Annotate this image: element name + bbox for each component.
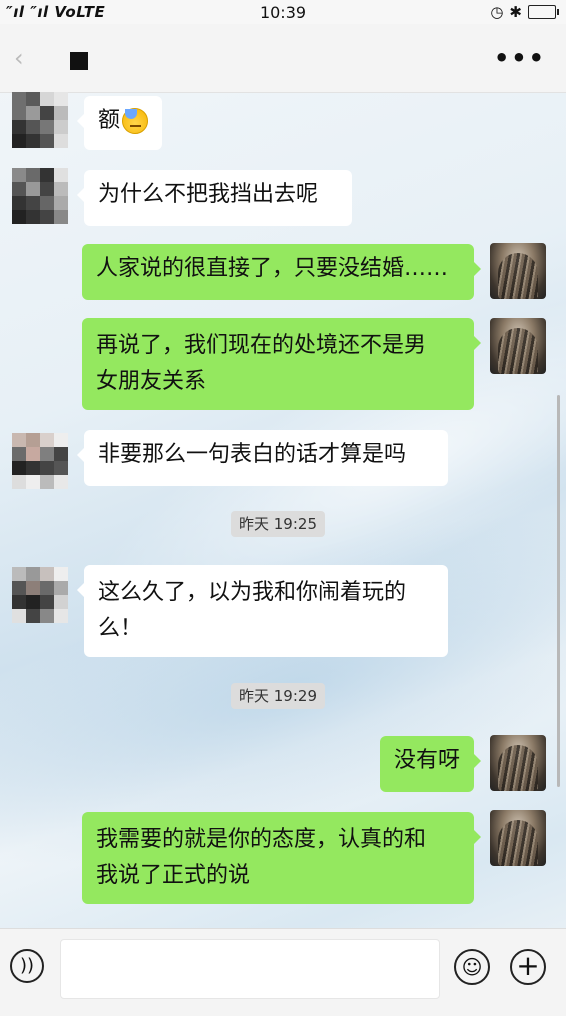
my-avatar[interactable]	[490, 735, 546, 791]
message-text-line: 我说了正式的说	[96, 863, 251, 888]
contact-avatar[interactable]	[12, 433, 68, 489]
status-bar: ″ıl ″ıl VoLTE 10:39 ◷ ✱	[0, 0, 566, 24]
message-text: 额	[98, 108, 121, 133]
outgoing-message[interactable]: 没有呀	[380, 736, 481, 792]
incoming-message[interactable]: 这么久了，以为我和你闹着玩的 么！	[77, 565, 448, 657]
chat-header: ‹ •••	[0, 24, 566, 93]
outgoing-message[interactable]: 再说了，我们现在的处境还不是男 女朋友关系	[82, 318, 481, 410]
message-text-line: 再说了，我们现在的处境还不是男	[96, 333, 427, 358]
my-avatar[interactable]	[490, 318, 546, 374]
battery-icon	[528, 5, 559, 19]
timestamp: 昨天 19:25	[231, 511, 325, 537]
voice-icon[interactable]: ))	[10, 949, 44, 983]
message-text-line: 么！	[98, 616, 143, 641]
more-options-button[interactable]: •••	[494, 44, 546, 72]
incoming-message[interactable]: 为什么不把我挡出去呢	[77, 170, 352, 226]
input-bar: )) ☺ +	[0, 928, 566, 1016]
chat-screen: ″ıl ″ıl VoLTE 10:39 ◷ ✱ ‹ ••• 额 为什么不把我挡出…	[0, 0, 566, 1016]
plus-icon[interactable]: +	[510, 949, 546, 985]
my-avatar[interactable]	[490, 243, 546, 299]
incoming-message[interactable]: 非要那么一句表白的话才算是吗	[77, 430, 448, 486]
back-arrow-icon[interactable]: ‹	[14, 44, 40, 72]
message-text: 没有呀	[394, 748, 461, 773]
sweat-smile-emoji-icon	[122, 108, 149, 134]
contact-name-redacted	[70, 52, 88, 70]
alarm-icon: ◷	[490, 3, 504, 21]
message-text: 人家说的很直接了，只要没结婚……	[96, 256, 449, 281]
message-text-line: 我需要的就是你的态度，认真的和	[96, 827, 427, 852]
contact-avatar[interactable]	[12, 567, 68, 623]
contact-avatar[interactable]	[12, 168, 68, 224]
message-input[interactable]	[60, 939, 440, 999]
bluetooth-icon: ✱	[509, 3, 522, 21]
outgoing-message[interactable]: 人家说的很直接了，只要没结婚……	[82, 244, 481, 300]
emoji-icon[interactable]: ☺	[454, 949, 490, 985]
status-icons: ◷ ✱	[490, 3, 559, 21]
message-text-line: 这么久了，以为我和你闹着玩的	[98, 580, 407, 605]
incoming-message[interactable]: 额	[76, 96, 163, 150]
scrollbar[interactable]	[557, 395, 560, 787]
contact-avatar[interactable]	[12, 92, 68, 148]
message-text-line: 女朋友关系	[96, 369, 207, 394]
timestamp: 昨天 19:29	[231, 683, 325, 709]
message-text: 为什么不把我挡出去呢	[98, 182, 319, 207]
outgoing-message[interactable]: 我需要的就是你的态度，认真的和 我说了正式的说	[82, 812, 481, 904]
clock: 10:39	[259, 3, 307, 22]
my-avatar[interactable]	[490, 810, 546, 866]
message-text: 非要那么一句表白的话才算是吗	[98, 442, 407, 467]
